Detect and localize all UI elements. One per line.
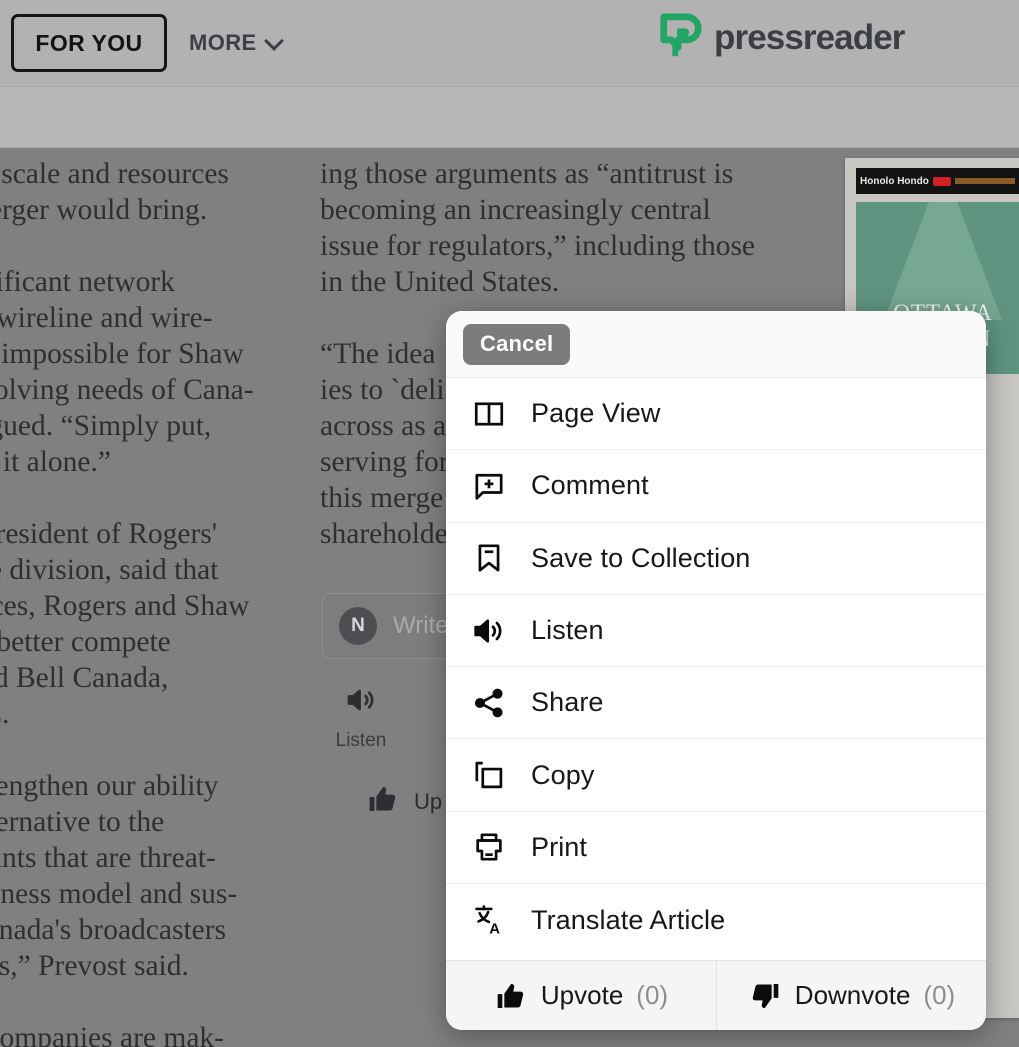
menu-item-label: Comment	[531, 470, 649, 501]
translate-icon: A	[466, 899, 512, 941]
thumbs-up-icon	[494, 980, 528, 1012]
more-menu-button[interactable]: MORE	[189, 30, 281, 56]
avatar: N	[339, 607, 377, 645]
chevron-down-icon	[266, 33, 281, 48]
menu-item-label: Translate Article	[531, 904, 726, 935]
action-sheet-footer: Upvote (0) Downvote (0)	[446, 960, 986, 1030]
article-paragraph: e companies are mak-	[0, 1022, 224, 1047]
more-menu-label: MORE	[189, 30, 257, 55]
bookmark-icon	[466, 537, 512, 579]
article-upvote-label: Up	[414, 789, 443, 814]
article-column-left: he scale and resources merger would brin…	[0, 156, 286, 1047]
thumbs-up-icon	[366, 783, 400, 821]
downvote-button[interactable]: Downvote (0)	[716, 961, 986, 1030]
newspaper-ad-banner: Honolo Hondo	[856, 168, 1019, 194]
menu-item-page-view[interactable]: Page View	[446, 378, 986, 451]
ad-logo-text: Honolo Hondo	[860, 175, 929, 187]
downvote-label: Downvote	[794, 980, 911, 1010]
article-paragraph: ing those arguments as “antitrust is bec…	[320, 158, 756, 298]
comment-input-placeholder[interactable]: Write	[393, 612, 449, 640]
printer-icon	[466, 826, 512, 868]
comment-icon	[466, 465, 512, 507]
article-listen-label: Listen	[335, 730, 387, 751]
page-view-icon	[466, 393, 512, 435]
menu-item-listen[interactable]: Listen	[446, 594, 986, 668]
secondary-toolbar	[0, 86, 1019, 148]
speaker-icon	[344, 683, 378, 722]
action-sheet-header: Cancel	[446, 311, 986, 378]
menu-item-comment[interactable]: Comment	[446, 450, 986, 523]
downvote-count: (0)	[923, 980, 956, 1010]
menu-item-share[interactable]: Share	[446, 667, 986, 740]
for-you-tab[interactable]: FOR YOU	[11, 14, 167, 72]
pressreader-mark-icon	[660, 13, 702, 57]
menu-item-translate-article[interactable]: A Translate Article	[446, 884, 986, 957]
pressreader-logo[interactable]: pressreader	[659, 13, 905, 61]
article-listen-button[interactable]: Listen	[322, 683, 400, 752]
menu-item-label: Listen	[531, 615, 604, 646]
article-paragraph: strengthen our ability alternative to th…	[0, 770, 238, 982]
copy-icon	[466, 754, 512, 796]
ad-badge	[932, 176, 951, 186]
top-header: FOR YOU MORE pressreader	[0, 0, 1019, 86]
menu-item-copy[interactable]: Copy	[446, 739, 986, 812]
cancel-button[interactable]: Cancel	[463, 323, 571, 365]
menu-item-label: Save to Collection	[531, 542, 751, 573]
thumbs-down-icon	[748, 980, 782, 1012]
menu-item-label: Page View	[531, 398, 661, 429]
article-paragraph: gnificant network in wireline and wire- …	[0, 266, 254, 478]
article-paragraph: he scale and resources merger would brin…	[0, 158, 229, 226]
upvote-count: (0)	[636, 980, 669, 1010]
app-root: Honolo Hondo OTTAWA CITIZEN POLICE BUD A…	[0, 0, 1019, 1047]
menu-item-print[interactable]: Print	[446, 811, 986, 885]
upvote-label: Upvote	[540, 980, 624, 1010]
article-upvote-button[interactable]: Up	[366, 783, 442, 821]
article-paragraph: , president of Rogers' me division, said…	[0, 518, 250, 730]
svg-text:A: A	[489, 922, 500, 937]
upvote-button[interactable]: Upvote (0)	[446, 961, 716, 1030]
action-sheet-menu: Page View Comment Save to Collection Lis…	[446, 378, 986, 960]
ad-bar	[954, 178, 1015, 184]
menu-item-label: Share	[531, 687, 604, 718]
pressreader-wordmark: pressreader	[714, 17, 905, 57]
menu-item-label: Copy	[531, 759, 595, 790]
menu-item-label: Print	[531, 831, 588, 862]
share-icon	[466, 682, 512, 724]
article-action-sheet: Cancel Page View Comment Save to Collect…	[446, 311, 986, 1030]
menu-item-save-to-collection[interactable]: Save to Collection	[446, 522, 986, 595]
speaker-icon	[466, 610, 512, 652]
